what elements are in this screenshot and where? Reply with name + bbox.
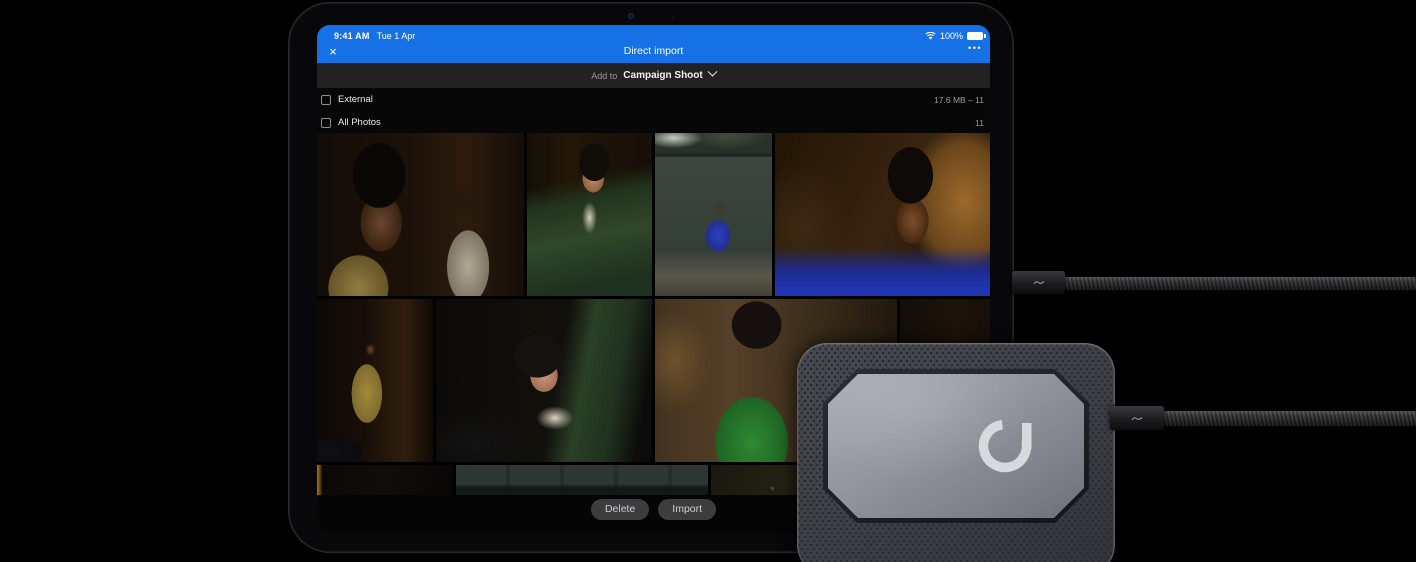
- drive-plate-bevel: [823, 369, 1089, 523]
- more-options-button[interactable]: •••: [968, 43, 982, 53]
- page-title: Direct import: [623, 45, 684, 57]
- braided-cable-drive: [1162, 411, 1416, 426]
- status-time: 9:41 AM: [334, 31, 370, 41]
- battery-icon: [967, 32, 986, 40]
- wifi-icon: [925, 32, 936, 40]
- g-drive-logo-icon: [973, 414, 1037, 483]
- source-detail: 17.6 MB – 11: [934, 94, 984, 105]
- title-row: × Direct import •••: [317, 43, 990, 63]
- source-detail: 11: [975, 117, 984, 128]
- braided-cable-ipad: [1063, 277, 1416, 290]
- grid-row-1: [317, 133, 990, 296]
- chevron-down-icon: [707, 66, 718, 77]
- import-button[interactable]: Import: [658, 499, 717, 520]
- thunderbolt-logo-icon: [1033, 279, 1045, 286]
- scene: 9:41 AM Tue 1 Apr 100% × Direct import •…: [0, 0, 1416, 562]
- source-row-all-photos[interactable]: All Photos 11: [317, 111, 990, 134]
- photo-thumbnail-4[interactable]: [775, 133, 990, 296]
- source-label: External: [338, 94, 373, 105]
- status-bar: 9:41 AM Tue 1 Apr 100%: [317, 25, 990, 43]
- delete-button[interactable]: Delete: [590, 499, 650, 520]
- source-row-external[interactable]: External 17.6 MB – 11: [317, 88, 990, 111]
- usb-c-connector-drive: [1110, 406, 1164, 430]
- photo-thumbnail-1[interactable]: [317, 133, 524, 296]
- source-list: External 17.6 MB – 11 All Photos 11: [317, 88, 990, 134]
- app-header: 9:41 AM Tue 1 Apr 100% × Direct import •…: [317, 25, 990, 63]
- sensor-dot: [671, 15, 674, 18]
- external-checkbox[interactable]: [321, 94, 331, 105]
- photo-thumbnail-3[interactable]: [655, 133, 772, 296]
- album-selector[interactable]: Campaign Shoot: [623, 70, 702, 81]
- drive-plate: [828, 374, 1084, 518]
- ssd-drive: [797, 343, 1115, 562]
- add-to-bar: Add to Campaign Shoot: [317, 63, 990, 88]
- thunderbolt-logo-icon: [1131, 415, 1143, 422]
- usb-c-connector-ipad: [1012, 271, 1065, 294]
- front-camera: [628, 13, 634, 19]
- all-photos-checkbox[interactable]: [321, 117, 331, 128]
- add-to-label: Add to: [591, 70, 618, 81]
- status-date: Tue 1 Apr: [376, 31, 416, 41]
- photo-thumbnail-6[interactable]: [436, 299, 652, 462]
- source-label: All Photos: [338, 117, 381, 128]
- photo-thumbnail-5[interactable]: [317, 299, 433, 462]
- battery-percent: 100%: [939, 31, 963, 41]
- photo-thumbnail-2[interactable]: [527, 133, 652, 296]
